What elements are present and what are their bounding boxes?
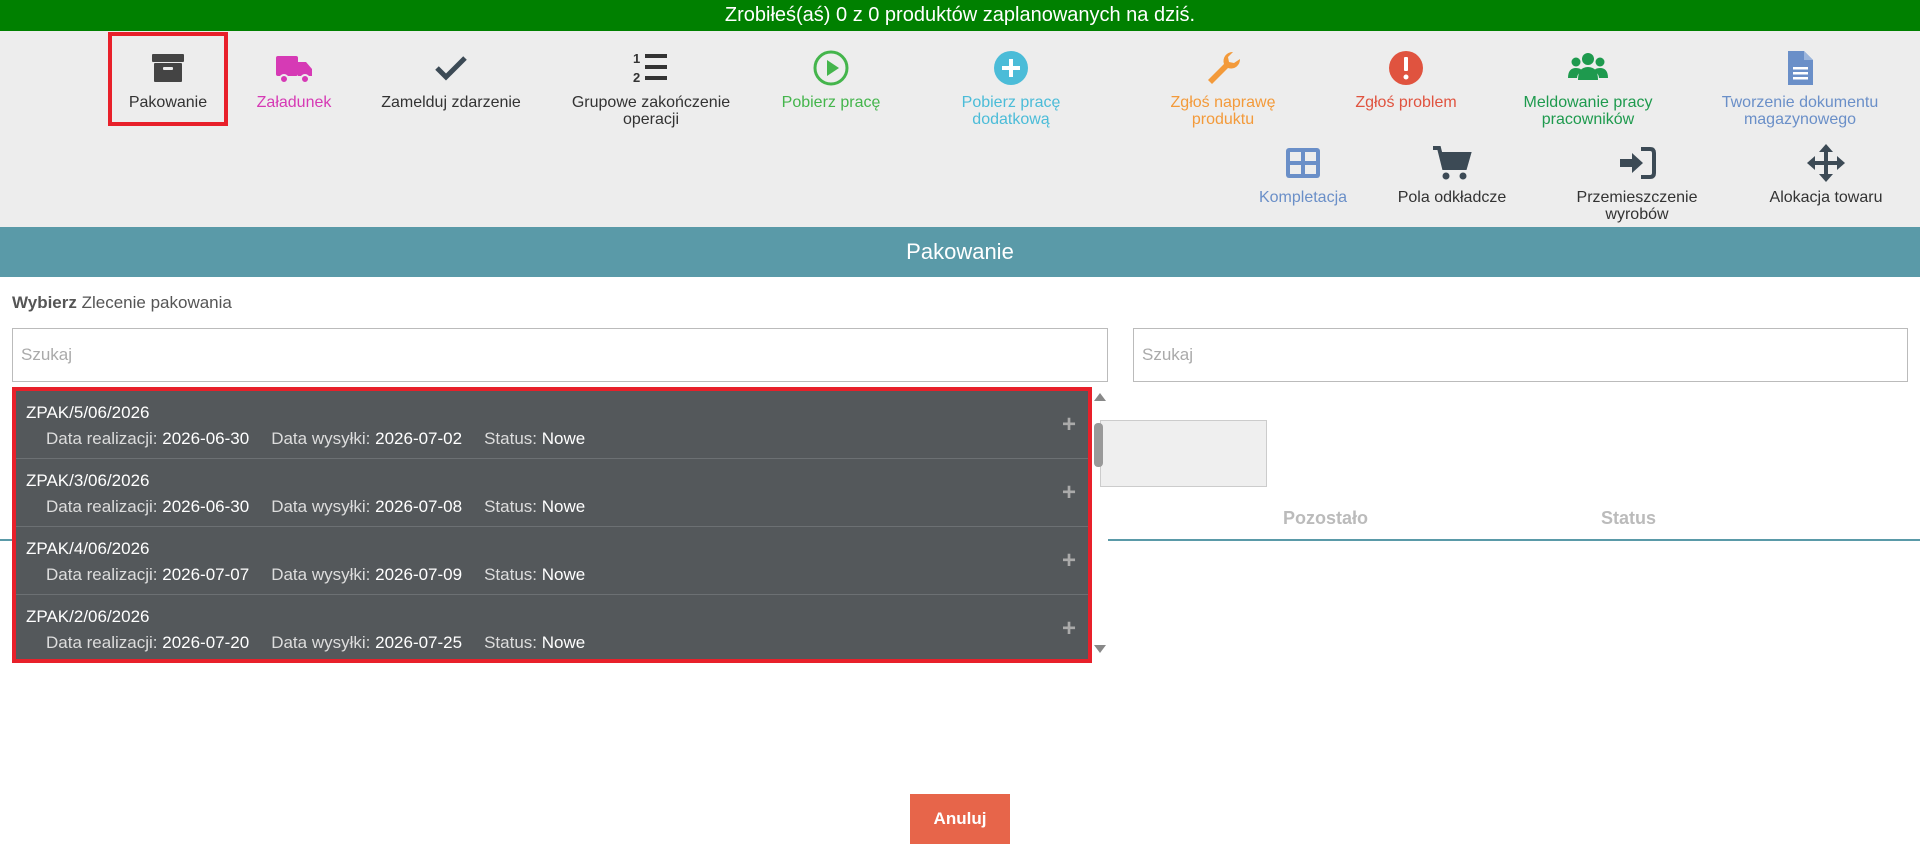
search-input-orders[interactable] (12, 328, 1108, 382)
scroll-up-arrow-icon[interactable] (1094, 393, 1106, 401)
numbered-list-icon: 12 (631, 48, 671, 88)
order-code: ZPAK/4/06/2026 (26, 539, 150, 558)
tool-pobierz-prace[interactable]: Pobierz pracę (741, 48, 921, 111)
tool-label: Pobierz pracę (781, 94, 881, 111)
select-label: Wybierz Zlecenie pakowania (12, 293, 232, 313)
svg-text:1: 1 (633, 51, 640, 66)
tool-zglos-problem[interactable]: Zgłoś problem (1316, 48, 1496, 111)
tool-przemieszczenie-wyrobow[interactable]: Przemieszczenie wyrobów (1547, 143, 1727, 223)
plus-icon[interactable]: + (1062, 411, 1076, 439)
tool-label: Pobierz pracę dodatkową (961, 94, 1061, 128)
tool-label: Przemieszczenie wyrobów (1576, 189, 1698, 223)
order-meta: Data realizacji: 2026-07-20 Data wysyłki:… (46, 633, 586, 652)
order-meta: Data realizacji: 2026-06-30 Data wysyłki:… (46, 429, 586, 448)
checkmark-icon (431, 48, 471, 88)
column-header-remaining: Pozostało (1283, 508, 1369, 528)
order-code: ZPAK/3/06/2026 (26, 471, 150, 490)
scroll-thumb[interactable] (1094, 423, 1103, 467)
plus-icon[interactable]: + (1062, 615, 1076, 643)
order-meta: Data realizacji: 2026-07-07 Data wysyłki:… (46, 565, 586, 584)
select-label-text: Zlecenie pakowania (81, 293, 232, 312)
tool-zaladunek[interactable]: Załadunek (204, 48, 384, 111)
move-arrows-icon (1806, 143, 1846, 183)
tool-pola-odkladcze[interactable]: Pola odkładcze (1362, 143, 1542, 206)
grid-icon (1283, 143, 1323, 183)
section-title: Pakowanie (0, 227, 1920, 277)
search-input-secondary[interactable] (1133, 328, 1908, 382)
tool-grupowe-zakonczenie[interactable]: 12 Grupowe zakończenie operacji (561, 48, 741, 128)
truck-icon (274, 48, 314, 88)
dropdown-item[interactable]: ZPAK/4/06/2026 Data realizacji: 2026-07-… (16, 527, 1088, 595)
order-code: ZPAK/5/06/2026 (26, 403, 150, 422)
tool-zglos-naprawe[interactable]: Zgłoś naprawę produktu (1133, 48, 1313, 128)
select-label-bold: Wybierz (12, 293, 77, 312)
dropdown-scrollbar[interactable] (1092, 393, 1106, 657)
tool-label: Zamelduj zdarzenie (381, 94, 521, 111)
tool-label: Pola odkładcze (1397, 189, 1507, 206)
tool-label: Załadunek (256, 94, 332, 111)
tool-label: Pakowanie (128, 94, 208, 111)
play-circle-icon (811, 48, 851, 88)
dropdown-item[interactable]: ZPAK/3/06/2026 Data realizacji: 2026-06-… (16, 459, 1088, 527)
svg-text:2: 2 (633, 70, 640, 85)
tool-label: Meldowanie pracy pracowników (1523, 94, 1653, 128)
sign-in-icon (1617, 143, 1657, 183)
plus-icon[interactable]: + (1062, 547, 1076, 575)
order-meta: Data realizacji: 2026-06-30 Data wysyłki:… (46, 497, 586, 516)
document-icon (1780, 48, 1820, 88)
tool-label: Kompletacja (1258, 189, 1348, 206)
scroll-down-arrow-icon[interactable] (1094, 645, 1106, 653)
tool-label: Zgłoś problem (1355, 94, 1457, 111)
top-banner: Zrobiłeś(aś) 0 z 0 produktów zaplanowany… (0, 0, 1920, 31)
dropdown-item[interactable]: ZPAK/2/06/2026 Data realizacji: 2026-07-… (16, 595, 1088, 659)
archive-box-icon (148, 48, 188, 88)
wrench-icon (1203, 48, 1243, 88)
table-header-divider (1108, 539, 1920, 541)
plus-circle-icon (991, 48, 1031, 88)
tool-pobierz-prace-dodatkowa[interactable]: Pobierz pracę dodatkową (921, 48, 1101, 128)
tool-label: Alokacja towaru (1769, 189, 1883, 206)
column-header-status: Status (1601, 508, 1657, 528)
tool-alokacja-towaru[interactable]: Alokacja towaru (1736, 143, 1916, 206)
plus-icon[interactable]: + (1062, 479, 1076, 507)
users-group-icon (1568, 48, 1608, 88)
order-dropdown[interactable]: ZPAK/5/06/2026 Data realizacji: 2026-06-… (12, 387, 1092, 663)
tool-label: Grupowe zakończenie operacji (571, 94, 731, 128)
order-code: ZPAK/2/06/2026 (26, 607, 150, 626)
dropdown-item[interactable]: ZPAK/5/06/2026 Data realizacji: 2026-06-… (16, 391, 1088, 459)
tool-label: Tworzenie dokumentu magazynowego (1721, 94, 1879, 128)
tool-meldowanie-pracy[interactable]: Meldowanie pracy pracowników (1498, 48, 1678, 128)
tool-tworzenie-dokumentu[interactable]: Tworzenie dokumentu magazynowego (1710, 48, 1890, 128)
cancel-button[interactable]: Anuluj (910, 794, 1010, 844)
tool-zamelduj-zdarzenie[interactable]: Zamelduj zdarzenie (361, 48, 541, 111)
tool-label: Zgłoś naprawę produktu (1170, 94, 1276, 128)
shopping-cart-icon (1432, 143, 1472, 183)
grey-field (1100, 420, 1267, 487)
exclamation-circle-icon (1386, 48, 1426, 88)
toolbar: Pakowanie Załadunek Zamelduj zdarzenie 1… (0, 31, 1920, 227)
